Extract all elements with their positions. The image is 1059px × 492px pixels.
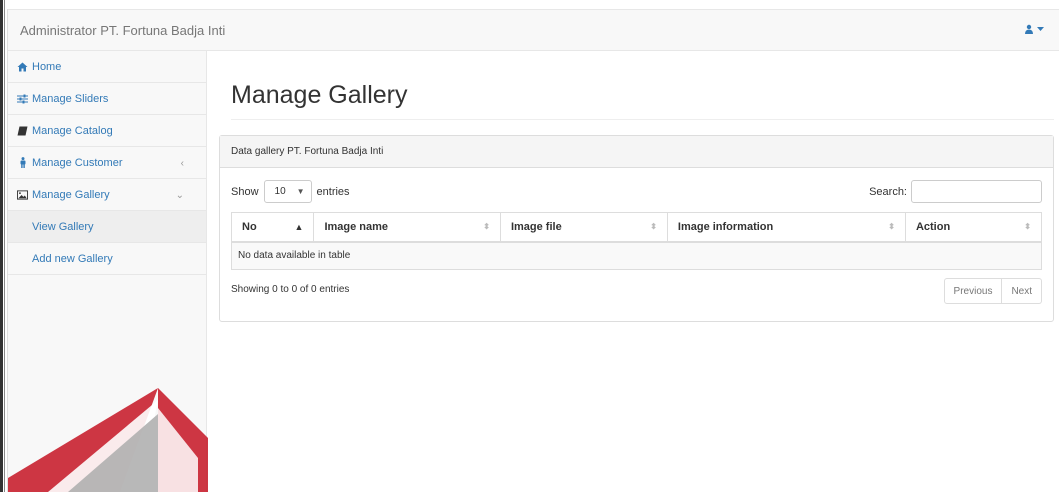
sidebar-subitem-view-gallery[interactable]: View Gallery	[8, 211, 206, 243]
column-header-label: Image name	[324, 220, 389, 233]
window-edge	[0, 0, 3, 492]
previous-button[interactable]: Previous	[943, 278, 1003, 304]
column-header-image-name[interactable]: Image name ⬍	[313, 212, 501, 243]
gallery-table: No ▲ Image name ⬍ Image file ⬍ Image inf…	[230, 212, 1043, 270]
entries-select-value: 10	[274, 186, 286, 197]
column-header-image-file[interactable]: Image file ⬍	[499, 212, 668, 243]
table-row: No data available in table	[231, 241, 1042, 270]
sidebar-item-label: Manage Gallery	[32, 188, 110, 201]
show-label: Show	[231, 185, 259, 198]
watermark-logo	[8, 388, 208, 492]
table-info: Showing 0 to 0 of 0 entries	[231, 284, 350, 295]
entries-length-control: Show 10 ▼ entries	[231, 180, 350, 203]
search-input[interactable]	[911, 180, 1042, 203]
book-icon	[17, 125, 28, 136]
sort-both-icon: ⬍	[650, 222, 657, 231]
column-header-no[interactable]: No ▲	[230, 212, 315, 243]
select-arrow-icon: ▼	[296, 187, 305, 196]
column-header-label: No	[242, 220, 257, 233]
sidebar-subitem-label: Add new Gallery	[32, 252, 113, 265]
chevron-down-icon: ⌄	[175, 190, 184, 201]
sidebar-item-label: Manage Customer	[32, 156, 123, 169]
column-header-action[interactable]: Action ⬍	[904, 212, 1043, 243]
entries-select[interactable]: 10 ▼	[263, 180, 312, 203]
panel-heading: Data gallery PT. Fortuna Badja Inti	[220, 136, 1053, 168]
sidebar-item-label: Home	[32, 60, 62, 73]
chevron-left-icon: ‹	[180, 158, 184, 169]
sidebar-item-label: Manage Catalog	[32, 124, 113, 137]
gallery-panel: Data gallery PT. Fortuna Badja Inti Show…	[219, 135, 1054, 322]
sort-both-icon: ⬍	[888, 222, 895, 231]
sidebar-item-manage-customer[interactable]: Manage Customer ‹	[8, 147, 206, 179]
search-label: Search:	[869, 185, 907, 198]
sidebar-item-manage-sliders[interactable]: Manage Sliders	[8, 83, 206, 115]
sidebar-subitem-label: View Gallery	[32, 220, 94, 233]
title-divider	[231, 119, 1054, 120]
page-title: Manage Gallery	[231, 81, 408, 109]
entries-label: entries	[316, 185, 350, 198]
pagination: Previous Next	[943, 278, 1042, 304]
sidebar-item-label: Manage Sliders	[32, 92, 109, 105]
navbar-brand[interactable]: Administrator PT. Fortuna Badja Inti	[20, 23, 225, 38]
empty-table-message: No data available in table	[231, 241, 1042, 270]
next-button[interactable]: Next	[1002, 278, 1042, 304]
column-header-label: Image file	[510, 220, 562, 233]
sort-both-icon: ⬍	[1024, 222, 1031, 231]
home-icon	[17, 61, 28, 72]
sort-asc-icon: ▲	[294, 222, 304, 232]
column-header-label: Image information	[677, 220, 774, 233]
top-navbar: Administrator PT. Fortuna Badja Inti	[8, 9, 1059, 51]
sidebar-item-manage-gallery[interactable]: Manage Gallery ⌄	[8, 179, 206, 211]
caret-down-icon	[1037, 26, 1044, 32]
user-menu-toggle[interactable]	[1024, 24, 1044, 34]
sidebar-subitem-add-new-gallery[interactable]: Add new Gallery	[8, 243, 206, 275]
sidebar-item-home[interactable]: Home	[8, 51, 206, 83]
table-search: Search:	[869, 180, 1042, 203]
column-header-image-information[interactable]: Image information ⬍	[666, 212, 906, 243]
male-icon	[17, 157, 28, 168]
table-header-row: No ▲ Image name ⬍ Image file ⬍ Image inf…	[230, 212, 1043, 243]
sort-both-icon: ⬍	[483, 222, 490, 231]
sidebar-item-manage-catalog[interactable]: Manage Catalog	[8, 115, 206, 147]
column-header-label: Action	[915, 220, 951, 233]
user-icon	[1024, 24, 1034, 34]
window-edge-inner	[4, 0, 5, 492]
picture-icon	[17, 189, 28, 200]
sliders-icon	[17, 93, 28, 104]
